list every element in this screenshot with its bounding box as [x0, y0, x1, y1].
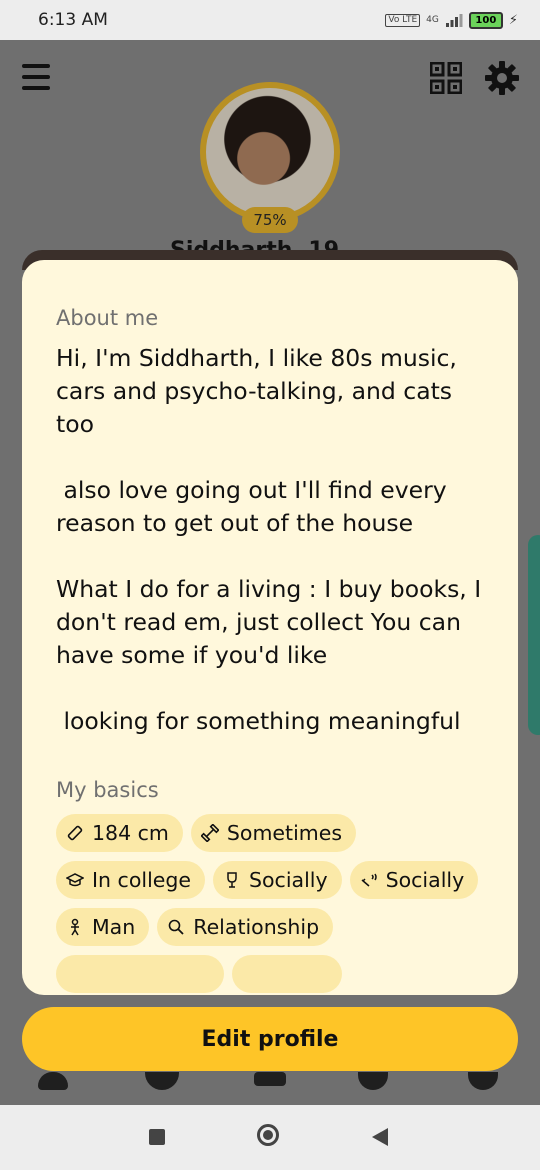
nav-people-icon[interactable] [254, 1072, 286, 1086]
chip-label: Relationship [193, 915, 320, 939]
volte-icon: Vo LTE [385, 13, 421, 27]
basics-chip-looking-for: Relationship [157, 908, 334, 946]
status-time: 6:13 AM [38, 10, 108, 30]
basics-chip-exercise: Sometimes [190, 814, 357, 852]
status-icons: Vo LTE 4G 100 ⚡ [385, 11, 518, 29]
person-icon [71, 918, 79, 936]
chip-label: Socially [249, 868, 328, 892]
basics-chip-more [56, 955, 224, 993]
about-me-heading: About me [56, 306, 159, 330]
graduation-cap-icon [66, 873, 84, 887]
basics-chip-education: In college [56, 861, 205, 899]
chip-label: In college [92, 868, 191, 892]
search-icon [168, 919, 184, 935]
about-me-text: Hi, I'm Siddharth, I like 80s music, car… [56, 344, 482, 735]
basics-chip-drinking: Socially [213, 861, 342, 899]
avatar[interactable] [200, 82, 340, 222]
battery-icon: 100 [468, 11, 503, 29]
menu-icon[interactable] [22, 64, 50, 90]
about-card[interactable]: About me Hi, I'm Siddharth, I like 80s m… [22, 260, 518, 995]
basics-chip-smoking: Socially [349, 861, 479, 899]
side-card-peek [528, 535, 540, 735]
chip-label: 184 cm [92, 821, 169, 845]
edit-profile-button[interactable]: Edit profile [22, 1007, 518, 1071]
recents-button[interactable] [149, 1129, 165, 1145]
network-type-label: 4G [426, 14, 439, 25]
charging-icon: ⚡ [508, 12, 518, 28]
back-button[interactable] [372, 1128, 388, 1146]
chip-label: Socially [385, 868, 465, 892]
signal-icon [445, 14, 463, 27]
dumbbell-icon [200, 824, 219, 842]
basics-chip-gender: Man [56, 908, 150, 946]
basics-chip-more [232, 955, 342, 993]
ruler-icon [67, 825, 83, 841]
wine-glass-icon [227, 872, 237, 888]
qr-code-icon[interactable] [430, 62, 462, 94]
settings-gear-icon[interactable] [484, 60, 520, 96]
avatar-photo [200, 82, 340, 222]
my-basics-heading: My basics [56, 778, 159, 802]
basics-chip-height: 184 cm [56, 814, 183, 852]
profile-completion-badge: 75% [242, 207, 298, 233]
home-button[interactable] [257, 1124, 279, 1146]
chip-label: Man [92, 915, 136, 939]
status-bar: 6:13 AM Vo LTE 4G 100 ⚡ [0, 0, 540, 40]
chip-label: Sometimes [226, 821, 343, 845]
basics-chip-list: 184 cm Sometimes In college Socially Soc… [56, 814, 496, 993]
smoking-icon [361, 873, 377, 887]
